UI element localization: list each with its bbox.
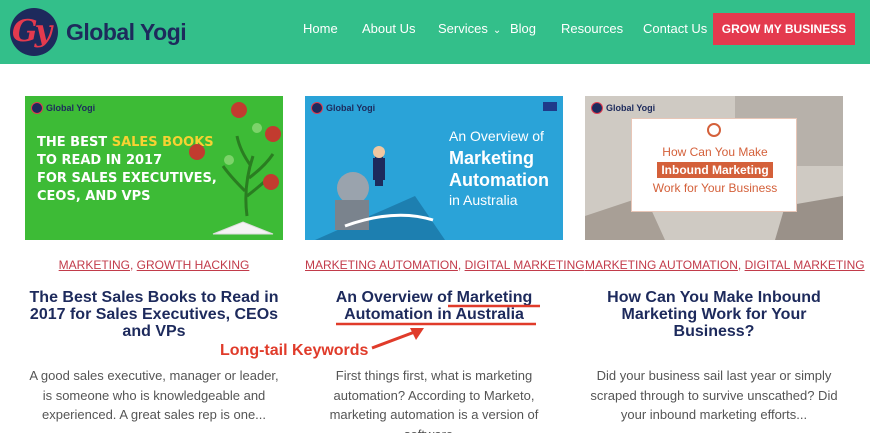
annotation-label: Long-tail Keywords [220,342,369,359]
annotation-overlay [336,304,540,350]
